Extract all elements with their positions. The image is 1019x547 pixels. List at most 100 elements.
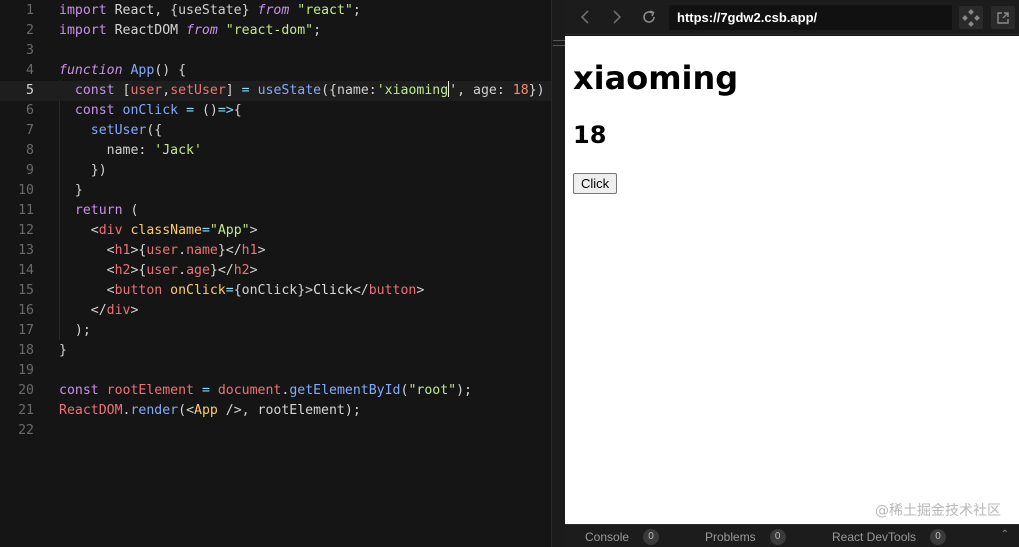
line-number: 7 [26,123,34,138]
code-token: />, rootElement); [217,403,361,418]
code-text: ); [59,321,91,341]
code-token: >{ [130,243,147,258]
code-line[interactable]: 17 ); [0,321,551,341]
code-line[interactable]: 11 return ( [0,201,551,221]
code-line[interactable]: 12 <div className="App"> [0,221,551,241]
code-token: user [146,263,179,278]
code-token: = [201,383,210,398]
code-token: from [257,3,290,18]
code-text: const rootElement = document.getElementB… [59,381,472,401]
code-token: 'xiaoming [376,83,449,98]
code-line[interactable]: 3 [0,41,551,61]
code-token: ); [456,383,472,398]
code-line[interactable]: 14 <h2>{user.age}</h2> [0,261,551,281]
tab-console[interactable]: Console 0 [585,528,660,545]
code-line[interactable]: 5 const [user,setUser] = useState({name:… [0,81,551,101]
code-token: : [138,143,155,158]
code-token: { [233,103,242,118]
line-number: 9 [26,163,34,178]
line-number: 2 [26,23,34,38]
code-line[interactable]: 9 }) [0,161,551,181]
code-token: }) [59,163,107,178]
code-token: } [59,343,67,358]
line-number: 21 [18,403,34,418]
code-line[interactable]: 16 </div> [0,301,551,321]
refresh-button[interactable] [638,6,660,28]
code-token: h1 [241,243,258,258]
code-token: div [98,223,123,238]
code-token: . [178,263,187,278]
tab-label: Console [585,529,630,544]
code-line[interactable]: 1 import React, {useState} from "react"; [0,1,551,21]
code-token: setUser [90,123,147,138]
forward-button[interactable] [605,6,627,28]
code-token: : [496,83,513,98]
code-token: "root" [408,383,457,398]
user-age-heading: 18 [573,121,607,149]
code-token: }) [528,83,545,98]
line-number: 18 [18,343,34,358]
code-line[interactable]: 13 <h1>{user.name}</h1> [0,241,551,261]
code-line[interactable]: 15 <button onClick={onClick}>Click</butt… [0,281,551,301]
code-line[interactable]: 21 ReactDOM.render(<App />, rootElement); [0,401,551,421]
url-input[interactable]: https://7gdw2.csb.app/ [669,5,952,30]
line-number: 6 [26,103,34,118]
devtools-button[interactable] [959,6,983,29]
code-token: > [249,223,258,238]
code-line[interactable]: 22 [0,421,551,441]
code-token: , [457,83,474,98]
tab-react-devtools[interactable]: React DevTools 0 [832,528,947,545]
code-line[interactable]: 10 } [0,181,551,201]
resize-handle-icon[interactable] [553,40,565,46]
code-token: user [130,83,163,98]
line-number: 3 [26,43,34,58]
code-token: ReactDOM [106,23,187,38]
code-token: const [74,103,115,118]
tab-label: Problems [705,529,756,544]
code-line[interactable]: 18} [0,341,551,361]
code-token: }</ [217,243,242,258]
code-editor[interactable]: 1 import React, {useState} from "react"; 2… [0,0,551,547]
move-icon [962,8,980,27]
code-token: import [59,23,107,38]
line-number: 11 [18,203,34,218]
code-token: } [59,183,83,198]
code-token: ; [352,3,361,18]
browser-toolbar: https://7gdw2.csb.app/ [565,0,1019,35]
code-line[interactable]: 4 function App() { [0,61,551,81]
code-line[interactable]: 2 import ReactDOM from "react-dom"; [0,21,551,41]
code-token: => [217,103,234,118]
code-token: h2 [114,263,131,278]
code-line[interactable]: 7 setUser({ [0,121,551,141]
code-token: className [130,223,202,238]
line-number: 8 [26,143,34,158]
code-line[interactable]: 8 name: 'Jack' [0,141,551,161]
pane-divider[interactable] [551,0,565,547]
code-token: user [146,243,179,258]
code-token: (< [178,403,195,418]
count-badge: 0 [930,528,947,545]
tab-problems[interactable]: Problems 0 [705,528,786,545]
click-button[interactable]: Click [573,173,618,194]
line-number: 1 [26,3,34,18]
code-token: } [241,3,258,18]
code-line[interactable]: 19 [0,361,551,381]
open-new-window-button[interactable] [991,6,1015,29]
chevron-up-icon[interactable]: ⌃ [1001,529,1009,540]
code-token: = [241,83,250,98]
line-number: 10 [18,183,34,198]
back-button[interactable] [575,6,597,28]
code-token: < [59,283,115,298]
line-number: 19 [18,363,34,378]
code-token: 18 [512,83,529,98]
app-preview: xiaoming 18 Click @稀土掘金技术社区 [565,36,1019,524]
code-token: onClick [122,103,179,118]
line-number: 15 [18,283,34,298]
code-token: = [186,103,195,118]
code-line[interactable]: 20 const rootElement = document.getElemen… [0,381,551,401]
code-token: const [59,383,99,398]
code-line[interactable]: 6 const onClick = ()=>{ [0,101,551,121]
